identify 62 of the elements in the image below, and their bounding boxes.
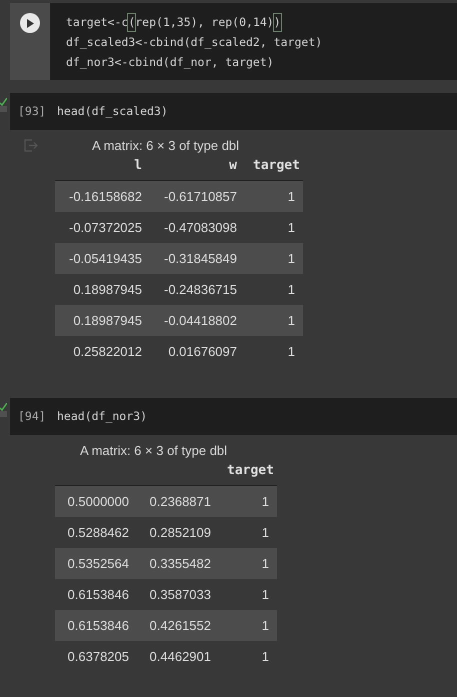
- table-cell: 1: [262, 648, 269, 664]
- table-cell: 0.4462901: [150, 648, 211, 664]
- table-cell: 1: [288, 220, 295, 235]
- code-editor[interactable]: target<-c(rep(1,35), rep(0,14)) df_scaled3<-cbind(df_scaled2, target) df_nor3<-cbind(df_nor, target): [50, 3, 457, 80]
- table-cell: 1: [288, 282, 295, 297]
- code-text: rep(1,35), rep(0,14): [135, 14, 274, 31]
- table-cell: 0.5352564: [68, 556, 129, 571]
- column-header: l: [134, 158, 142, 173]
- code-editor[interactable]: [94] head(df_nor3): [10, 398, 457, 435]
- table-cell: 0.18987945: [73, 282, 142, 297]
- table-cell: -0.61710857: [164, 188, 237, 204]
- code-text: df_nor3<-cbind(df_nor, target): [66, 54, 274, 71]
- table-cell: -0.31845849: [164, 250, 237, 266]
- table-cell: 0.25822012: [73, 344, 142, 359]
- play-icon: [26, 18, 34, 28]
- table-cell: -0.47083098: [164, 220, 237, 235]
- table-cell: -0.16158682: [68, 188, 142, 204]
- table-cell: 0.5000000: [68, 494, 129, 509]
- table-cell: 1: [262, 618, 269, 633]
- matched-bracket: ): [274, 14, 281, 31]
- table-cell: -0.05419435: [68, 250, 142, 266]
- column-header: target: [227, 463, 274, 478]
- code-text: head(df_scaled3): [57, 103, 168, 120]
- check-icon: [0, 98, 7, 106]
- table-cell: 0.4261552: [150, 618, 211, 633]
- code-text: target<-c: [66, 14, 128, 31]
- matrix-caption: A matrix: 6 × 3 of type dbl: [91, 137, 240, 155]
- table-cell: 0.6378205: [68, 648, 129, 664]
- table-cell: 0.18987945: [73, 312, 142, 328]
- menu-icon[interactable]: [0, 411, 7, 417]
- table-cell: 0.2852109: [150, 524, 211, 540]
- table-cell: 1: [288, 344, 295, 359]
- code-editor[interactable]: [93] head(df_scaled3): [10, 93, 457, 130]
- execution-count: [94]: [17, 408, 47, 425]
- code-text: head(df_nor3): [57, 408, 148, 425]
- code-text: df_scaled3<-cbind(df_scaled2, target): [66, 34, 322, 51]
- table-cell: 0.3587033: [150, 586, 211, 602]
- table-cell: -0.07372025: [68, 220, 142, 235]
- table-cell: 0.6153846: [68, 586, 129, 602]
- column-header: target: [253, 158, 300, 173]
- output-icon[interactable]: [24, 139, 38, 152]
- table-cell: 1: [288, 312, 295, 328]
- table-cell: 0.6153846: [68, 618, 129, 633]
- table-cell: 1: [288, 250, 295, 266]
- table-cell: 0.5288462: [68, 524, 129, 540]
- check-icon: [0, 403, 7, 411]
- table-cell: -0.24836715: [164, 282, 237, 297]
- menu-icon[interactable]: [0, 106, 7, 112]
- matrix-caption: A matrix: 6 × 3 of type dbl: [79, 442, 228, 460]
- run-button[interactable]: [20, 13, 40, 33]
- execution-count: [93]: [17, 102, 47, 120]
- table-cell: 1: [262, 556, 269, 571]
- table-cell: 1: [288, 188, 295, 204]
- table-cell: 0.3355482: [150, 556, 211, 571]
- matched-bracket: (: [128, 14, 136, 31]
- column-header: w: [229, 158, 237, 173]
- table-cell: -0.04418802: [164, 312, 237, 328]
- table-cell: 0.2368871: [150, 494, 211, 509]
- table-cell: 0.01676097: [168, 344, 237, 359]
- table-cell: 1: [262, 524, 269, 540]
- table-cell: 1: [262, 494, 269, 509]
- table-cell: 1: [262, 586, 269, 602]
